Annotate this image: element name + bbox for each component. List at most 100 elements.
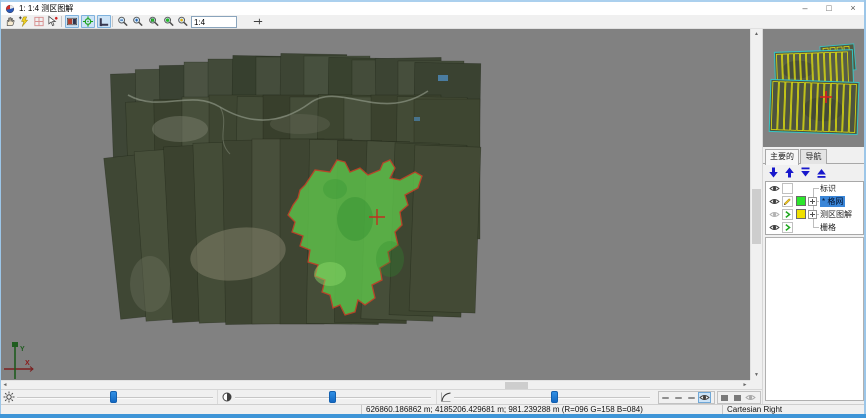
magnifier-minus-icon	[117, 15, 129, 28]
eye-icon[interactable]	[769, 223, 780, 232]
fill-mode-1-button[interactable]	[718, 392, 731, 403]
app-window: 1: 1:4 测区图解 – □ ×	[0, 0, 866, 418]
select-tool-button[interactable]	[17, 15, 31, 28]
zoom-flash-button[interactable]	[176, 15, 190, 28]
horizontal-scrollbar[interactable]: ◄ ►	[0, 380, 750, 389]
move-up-button[interactable]	[782, 166, 796, 179]
color-swatch-yellow[interactable]	[796, 209, 806, 219]
main-toolbar	[1, 15, 865, 29]
move-to-top-button[interactable]	[814, 166, 828, 179]
pick-tool-button[interactable]	[46, 15, 60, 28]
pan-tool-button[interactable]	[3, 15, 17, 28]
window-title: 1: 1:4 测区图解	[19, 3, 73, 14]
display-mode-1-button[interactable]	[659, 392, 672, 403]
hand-icon	[4, 15, 16, 28]
coordinate-system-text: Cartesian Right	[723, 405, 866, 414]
magnifier-plus-icon	[132, 15, 144, 28]
display-mode-group	[658, 391, 715, 404]
gamma-slider-handle[interactable]	[551, 391, 558, 403]
zoom-region-button[interactable]	[147, 15, 161, 28]
red-grid-icon	[33, 15, 45, 28]
close-button[interactable]: ×	[841, 2, 865, 15]
eye-icon	[699, 393, 710, 402]
layer-row-labels[interactable]: 标识	[766, 182, 863, 195]
vector-indicator	[782, 222, 793, 233]
move-down-button[interactable]	[766, 166, 780, 179]
layer-row-survey[interactable]: 测区图解	[766, 208, 863, 221]
arrow-to-bottom-icon	[799, 166, 812, 179]
eye-icon[interactable]	[769, 184, 780, 193]
scrollbar-corner	[750, 380, 761, 389]
tab-main[interactable]: 主要的	[765, 149, 799, 165]
axis-y-label: Y	[20, 346, 25, 353]
maximize-button[interactable]: □	[817, 2, 841, 15]
layer-label-selected[interactable]: * 格网	[820, 196, 845, 207]
edit-indicator	[782, 196, 793, 207]
map-canvas[interactable]: X Y	[0, 29, 750, 380]
visibility-on-button[interactable]	[698, 392, 711, 403]
measure-axis-button[interactable]	[251, 15, 265, 28]
expander-icon[interactable]	[808, 210, 817, 219]
window-border-bottom	[0, 414, 866, 418]
center-crosshair-button[interactable]	[81, 15, 95, 28]
color-swatch-green[interactable]	[796, 196, 806, 206]
layer-order-toolbar	[763, 166, 866, 180]
scroll-down-arrow[interactable]: ▼	[751, 370, 762, 380]
contrast-icon	[221, 391, 233, 403]
navigator-overview[interactable]	[763, 29, 866, 147]
contrast-slider-group	[218, 390, 437, 405]
toolbar-separator	[112, 16, 113, 27]
layer-row-raster[interactable]: 栅格	[766, 221, 863, 234]
contrast-slider-handle[interactable]	[329, 391, 336, 403]
layer-label[interactable]: 栅格	[820, 222, 836, 233]
zoom-fit-button[interactable]	[162, 15, 176, 28]
navigator-thumbnail	[763, 29, 866, 147]
eye-icon-dim[interactable]	[769, 210, 780, 219]
expander-icon[interactable]	[808, 197, 817, 206]
move-to-bottom-button[interactable]	[798, 166, 812, 179]
magnifier-star-icon	[177, 15, 189, 28]
scale-combobox[interactable]	[191, 16, 237, 28]
aerial-mosaic: X Y	[0, 29, 750, 380]
horizontal-scroll-thumb[interactable]	[505, 382, 528, 389]
coordinates-text: 626860.186862 m; 4185206.429681 m; 981.2…	[362, 405, 722, 414]
layer-label[interactable]: 标识	[820, 183, 836, 194]
properties-list[interactable]	[765, 237, 864, 401]
pencil-icon	[783, 196, 792, 207]
title-bar: 1: 1:4 测区图解 – □ ×	[1, 2, 865, 15]
layer-tree: 标识 * 格网	[765, 181, 864, 235]
app-logo-icon	[5, 4, 15, 14]
split-view-button[interactable]	[65, 15, 79, 28]
scroll-up-arrow[interactable]: ▲	[751, 29, 762, 39]
chevron-right-icon	[783, 209, 792, 220]
zoom-in-button[interactable]	[131, 15, 145, 28]
empty-checkbox[interactable]	[782, 183, 793, 194]
axis-tick-icon	[252, 15, 264, 28]
image-adjust-bar	[0, 389, 762, 404]
fill-mode-2-button[interactable]	[731, 392, 744, 403]
vector-indicator	[782, 209, 793, 220]
layer-label[interactable]: 测区图解	[820, 209, 852, 220]
corner-tool-button[interactable]	[97, 15, 111, 28]
zoom-out-button[interactable]	[116, 15, 130, 28]
arrow-to-top-icon	[815, 166, 828, 179]
right-panel: 主要的 导航	[762, 29, 865, 404]
tab-navigation[interactable]: 导航	[800, 149, 827, 164]
display-mode-3-button[interactable]	[685, 392, 698, 403]
minimize-button[interactable]: –	[793, 2, 817, 15]
brightness-slider-handle[interactable]	[110, 391, 117, 403]
arrow-up-icon	[783, 166, 796, 179]
panel-tabs: 主要的 导航	[763, 149, 866, 164]
cursor-asterisk-icon	[47, 15, 59, 28]
eye-icon[interactable]	[769, 197, 780, 206]
display-mode-2-button[interactable]	[672, 392, 685, 403]
grid-tool-button[interactable]	[32, 15, 46, 28]
layer-display-group	[717, 391, 761, 404]
vertical-scroll-thumb[interactable]	[752, 189, 761, 244]
layer-row-grid[interactable]: * 格网	[766, 195, 863, 208]
sun-icon	[3, 391, 15, 403]
vertical-scrollbar[interactable]: ▲ ▼	[750, 29, 761, 380]
magnifier-rect-icon	[148, 15, 160, 28]
visibility-off-button[interactable]	[744, 392, 757, 403]
tree-connector	[813, 188, 819, 189]
